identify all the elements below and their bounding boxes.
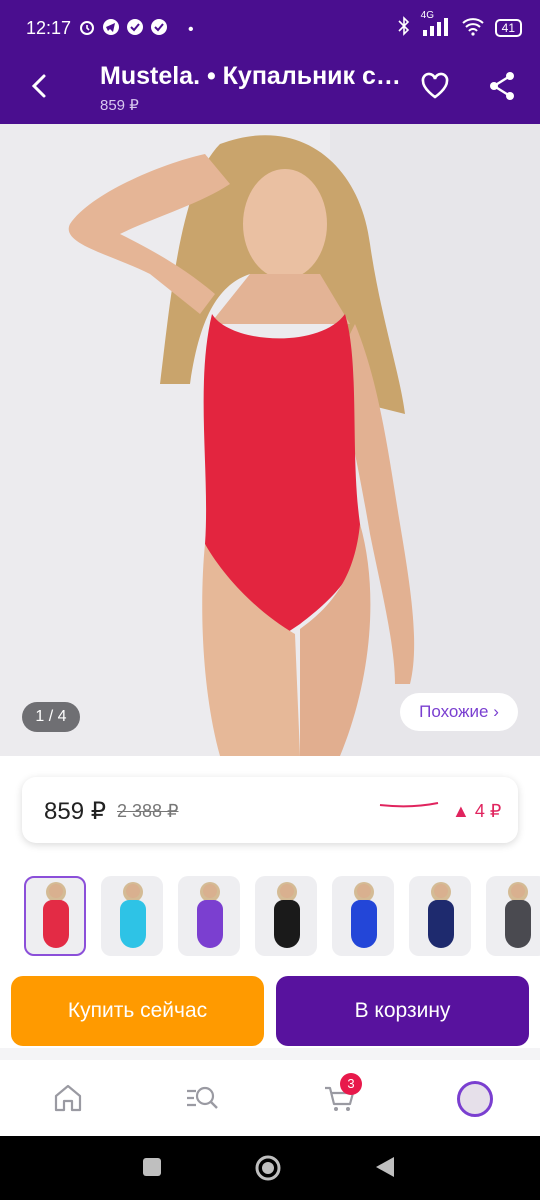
thumbnail-swimsuit (43, 900, 69, 948)
wifi-icon (461, 16, 485, 39)
thumbnail-5[interactable] (332, 876, 394, 956)
avatar[interactable] (457, 1081, 493, 1117)
system-icons: 4G 41 (397, 10, 522, 39)
old-price: 2 388 ₽ (117, 801, 179, 821)
system-nav-bar (0, 1136, 540, 1200)
current-price: 859 ₽ (44, 798, 106, 825)
thumbnail-swimsuit (351, 900, 377, 948)
thumbnail-head (203, 884, 217, 898)
notification-icons: • (78, 18, 194, 41)
signal-icon: 4G (421, 10, 451, 39)
product-title: Mustela. • Купальник слитный (100, 62, 404, 90)
thumbnail-head (280, 884, 294, 898)
thumbnail-head (49, 884, 63, 898)
thumbnail-head (126, 884, 140, 898)
back-button[interactable] (26, 72, 54, 100)
similar-products-button[interactable]: Похожие › (400, 693, 518, 731)
thumbnail-swimsuit (274, 900, 300, 948)
product-image[interactable] (0, 124, 540, 756)
thumbnail-1[interactable] (24, 876, 86, 956)
status-time: 12:17 (26, 18, 72, 38)
status-bar: 12:17 • 4G 41 (0, 0, 540, 58)
add-to-cart-button[interactable]: В корзину (276, 976, 529, 1046)
thumbnail-3[interactable] (178, 876, 240, 956)
check-icon (126, 18, 144, 41)
size-row-peek (0, 1048, 540, 1060)
thumbnail-head (434, 884, 448, 898)
thumbnail-swimsuit (505, 900, 531, 948)
favorite-heart-icon[interactable] (420, 72, 450, 105)
header-price: 859 ₽ (100, 97, 139, 114)
battery-icon: 41 (494, 18, 522, 37)
image-counter: 1 / 4 (22, 702, 80, 732)
check-icon (150, 18, 168, 41)
thumbnail-2[interactable] (101, 876, 163, 956)
dot-icon: • (188, 20, 194, 38)
thumbnail-7[interactable] (486, 876, 540, 956)
home-icon[interactable] (50, 1080, 86, 1116)
thumbnail-swimsuit (197, 900, 223, 948)
alarm-icon (78, 18, 96, 41)
buy-now-button[interactable]: Купить сейчас (11, 976, 264, 1046)
app-bar: Mustela. • Купальник слитный 859 ₽ (0, 58, 540, 124)
share-icon[interactable] (486, 70, 518, 107)
thumbnail-4[interactable] (255, 876, 317, 956)
thumbnail-swimsuit (120, 900, 146, 948)
bluetooth-icon (397, 16, 411, 39)
color-thumbnails (24, 876, 540, 960)
cart-badge: 3 (340, 1073, 362, 1095)
price-trend-line (378, 797, 442, 816)
swimsuit-model-image (0, 124, 540, 756)
thumbnail-swimsuit (428, 900, 454, 948)
thumbnail-head (357, 884, 371, 898)
telegram-icon (102, 18, 120, 41)
thumbnail-head (511, 884, 525, 898)
home-button[interactable] (254, 1154, 282, 1187)
thumbnail-6[interactable] (409, 876, 471, 956)
catalog-search-icon[interactable] (184, 1080, 220, 1116)
price-change: ▲ 4 ₽ (452, 801, 502, 821)
recents-button[interactable] (142, 1157, 162, 1182)
price-card[interactable]: 859 ₽ 2 388 ₽ ▲ 4 ₽ (22, 777, 518, 843)
back-nav-button[interactable] (374, 1155, 396, 1184)
